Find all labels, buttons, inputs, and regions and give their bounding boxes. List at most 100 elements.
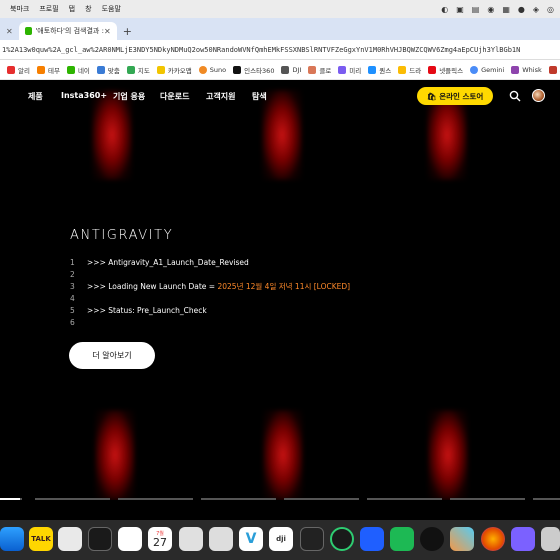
bookmark-label: Suno: [209, 65, 227, 74]
bookmark-kakaomap[interactable]: 카카오맵: [156, 65, 192, 75]
status-icon[interactable]: ◉: [487, 5, 494, 14]
slide-indicator[interactable]: [367, 498, 442, 500]
nav-download[interactable]: 다운로드: [160, 91, 189, 102]
nav-explore[interactable]: 탐색: [252, 91, 267, 102]
bookmark-whisk[interactable]: Whisk: [511, 65, 542, 74]
preview-icon[interactable]: [179, 527, 203, 551]
avatar[interactable]: [532, 89, 545, 102]
status-icon[interactable]: ◎: [547, 5, 554, 14]
menu-bookmarks[interactable]: 북마크: [10, 4, 29, 14]
app-icon[interactable]: [420, 527, 444, 551]
bookmark-temu[interactable]: 테무: [36, 65, 60, 75]
status-icon[interactable]: ▣: [456, 5, 464, 14]
bookmark-label: Gemini: [481, 65, 505, 74]
code-text: >>> Status: Pre_Launch_Check: [87, 305, 207, 315]
whisk-icon: [511, 65, 520, 74]
bookmark-ali[interactable]: 알리: [7, 65, 30, 75]
app-icon[interactable]: [330, 527, 354, 551]
dji-icon[interactable]: dji: [269, 527, 293, 551]
bookmark-suno[interactable]: Suno: [198, 65, 227, 74]
line-number: 1: [70, 257, 75, 267]
kakaotalk-icon[interactable]: TALK: [29, 527, 53, 551]
close-icon[interactable]: ✕: [6, 27, 13, 36]
gemini-icon: [470, 65, 479, 74]
davinci-icon[interactable]: [88, 527, 112, 551]
calendar-icon[interactable]: 7월 27: [148, 527, 172, 551]
nav-support[interactable]: 고객지원: [206, 91, 235, 102]
mac-menubar: 북마크 프로필 탭 창 도움말 ◐ ▣ ▤ ◉ ▦ ● ◈ ◎: [0, 0, 560, 18]
app-icon[interactable]: [390, 527, 414, 551]
status-icon[interactable]: ◐: [441, 5, 448, 14]
slide-indicator-active[interactable]: [0, 498, 20, 500]
screen: 북마크 프로필 탭 창 도움말 ◐ ▣ ▤ ◉ ▦ ● ◈ ◎ ✕ '애토하다'…: [0, 0, 560, 560]
address-bar[interactable]: 1%2A13w0quw%2A_gcl_aw%2AR0NMLjE3NDY5NDky…: [0, 40, 560, 60]
app-icon[interactable]: [511, 527, 535, 551]
app-icon[interactable]: [209, 527, 233, 551]
code-line: 1 >>> Antigravity_A1_Launch_Date_Revised: [70, 256, 350, 268]
bookmark-dji[interactable]: DJI: [281, 65, 301, 74]
bookmark-drive[interactable]: 드라: [398, 65, 421, 75]
bookmark-label: Whisk: [522, 65, 542, 74]
slide-indicator[interactable]: [201, 498, 276, 500]
menu-window[interactable]: 창: [85, 4, 91, 14]
firefox-icon[interactable]: [481, 527, 505, 551]
code-line: 6: [70, 316, 350, 328]
temu-icon: [36, 65, 45, 74]
bookmark-label: 드라: [409, 66, 422, 75]
slide-indicator[interactable]: [35, 498, 110, 500]
bookmark-netflix[interactable]: 넷플릭스: [428, 65, 463, 75]
bookmark-miri[interactable]: 미리: [338, 65, 361, 75]
app-icon[interactable]: [360, 527, 384, 551]
nav-enterprise[interactable]: 기업 응용: [113, 91, 145, 102]
online-store-button[interactable]: 🛍 온라인 스토어: [417, 87, 493, 105]
bookmark-kwon[interactable]: 퀀스: [368, 65, 391, 75]
status-icon[interactable]: ◈: [533, 5, 539, 14]
bookmark-insta360[interactable]: 인스타360: [233, 65, 274, 75]
red-glow: [263, 410, 303, 500]
calculator-icon[interactable]: [58, 527, 82, 551]
ai-icon: [548, 65, 557, 74]
bookmark-label: 알리: [18, 66, 30, 75]
chat-icon[interactable]: ●: [518, 5, 525, 14]
app-icon[interactable]: [541, 527, 560, 551]
new-tab-icon[interactable]: +: [123, 25, 132, 38]
bookmark-gemini[interactable]: Gemini: [470, 65, 505, 74]
close-icon[interactable]: ✕: [104, 27, 111, 36]
learn-more-button[interactable]: 더 알아보기: [69, 342, 155, 369]
bookmark-custom[interactable]: 맞춤: [96, 65, 120, 75]
menu-help[interactable]: 도움말: [102, 4, 121, 14]
app-store-icon[interactable]: [0, 527, 24, 551]
code-text: >>> Antigravity_A1_Launch_Date_Revised: [87, 257, 249, 267]
tab-active[interactable]: '애토하다'의 검색결과 : 네이버 쇼 ✕: [18, 22, 117, 40]
status-icon[interactable]: ▦: [502, 5, 510, 14]
bookmark-ai[interactable]: AI: [548, 65, 560, 74]
slide-indicator[interactable]: [284, 498, 359, 500]
slide-indicator[interactable]: [118, 498, 193, 500]
menu-profile[interactable]: 프로필: [39, 4, 58, 14]
red-glow: [428, 410, 468, 500]
chatgpt-icon[interactable]: [118, 527, 142, 551]
line-number: 4: [70, 293, 75, 303]
app-icon[interactable]: [450, 527, 474, 551]
bookmark-icon: [368, 65, 377, 74]
dji-icon: [281, 65, 290, 74]
line-number: 6: [70, 317, 75, 327]
bookmark-label: 넷플릭스: [439, 66, 464, 75]
status-icon[interactable]: ▤: [472, 5, 480, 14]
menu-tab[interactable]: 탭: [69, 4, 75, 14]
bookmark-claude[interactable]: 클로: [308, 65, 331, 75]
line-number: 5: [70, 305, 75, 315]
search-icon[interactable]: [509, 90, 521, 102]
slide-indicator[interactable]: [533, 498, 560, 500]
slide-indicator: [20, 498, 22, 500]
nav-insta360plus[interactable]: Insta360+: [61, 91, 107, 100]
bookmark-map[interactable]: 지도: [126, 65, 150, 75]
bookmark-naver[interactable]: 네이: [66, 65, 90, 75]
drive-icon: [398, 65, 407, 74]
nav-products[interactable]: 제품: [28, 91, 43, 102]
finalcut-icon[interactable]: [300, 527, 324, 551]
slide-indicator[interactable]: [450, 498, 525, 500]
tab-previous[interactable]: ✕: [0, 22, 19, 40]
insta360-icon: [233, 65, 242, 74]
vrew-icon[interactable]: V: [239, 527, 263, 551]
